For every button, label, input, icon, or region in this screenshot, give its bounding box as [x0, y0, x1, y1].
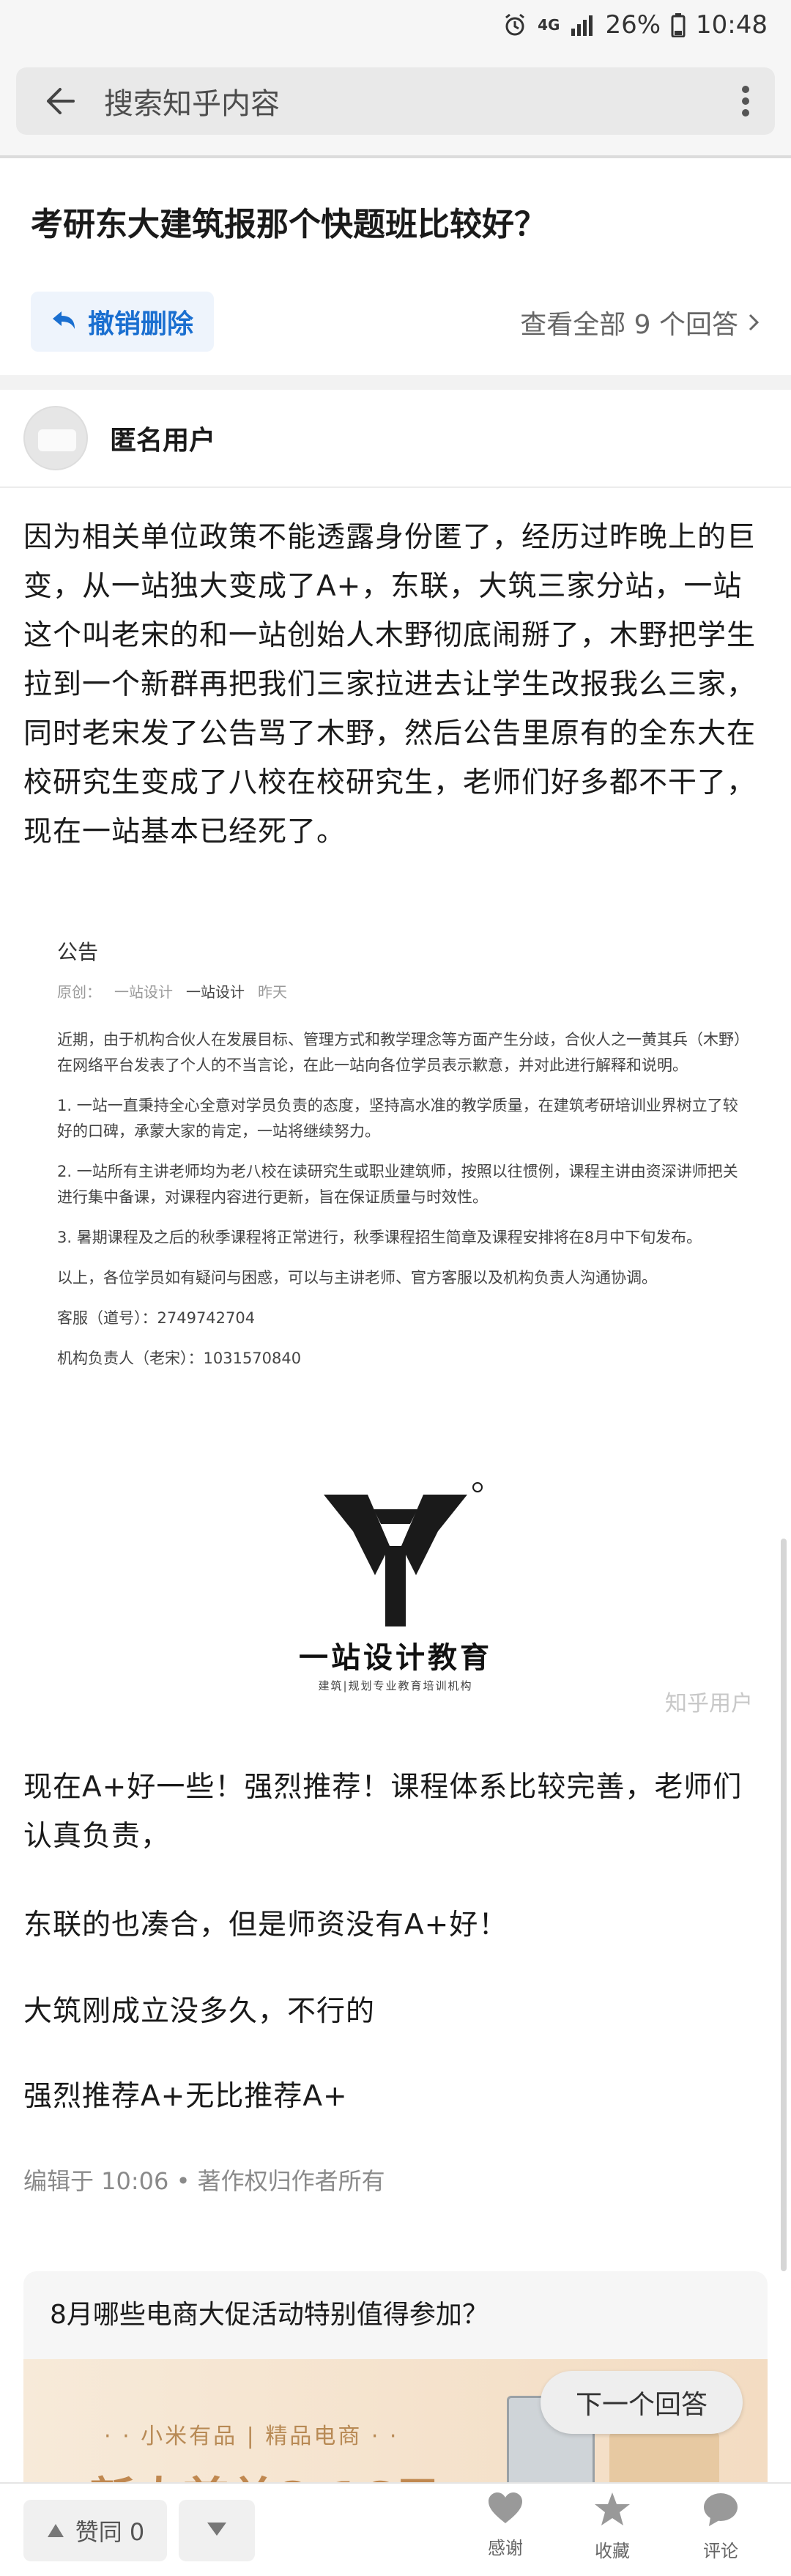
notice-body-closing: 以上，各位学员如有疑问与困惑，可以与主讲老师、官方客服以及机构负责人沟通协调。 — [57, 1269, 657, 1287]
notice-meta-date: 昨天 — [258, 983, 287, 1001]
battery-icon — [671, 12, 686, 37]
notice-meta: 原创： 一站设计 一站设计 昨天 — [57, 980, 287, 1002]
network-type: 4G — [538, 16, 560, 34]
question-title[interactable]: 考研东大建筑报那个快题班比较好？ — [31, 198, 546, 245]
comment-bubble-icon — [702, 2491, 740, 2532]
notice-meta-account: 一站设计 — [186, 983, 245, 1001]
edit-info: 编辑于 10:06 • 著作权归作者所有 — [23, 2167, 385, 2195]
bottom-action-bar: 赞同 0 感谢 收藏 评论 — [0, 2482, 791, 2576]
section-separator — [0, 375, 791, 390]
alarm-icon — [502, 12, 527, 37]
notice-service-contact: 客服（道号）：2749742704 — [57, 1309, 256, 1327]
notice-body-intro: 近期，由于机构合伙人在发展目标、管理方式和教学理念等方面产生分歧，合伙人之一黄其… — [57, 1031, 742, 1074]
logo-subtitle: 建筑|规划专业教育培训机构 — [318, 1679, 473, 1692]
scrollbar[interactable] — [781, 1539, 787, 2271]
signal-icon — [570, 14, 595, 36]
author-name[interactable]: 匿名用户 — [110, 419, 215, 457]
brand-logo: 一站设计教育 建筑|规划专业教育培训机构 — [177, 1465, 614, 1707]
triangle-down-icon — [206, 2521, 228, 2540]
view-all-label: 查看全部 9 个回答 — [520, 310, 738, 340]
author-row[interactable]: 匿名用户 — [23, 406, 215, 470]
answer-paragraph-5: 强烈推荐A+无比推荐A+ — [23, 2080, 348, 2113]
undo-delete-label: 撤销删除 — [88, 309, 194, 339]
notice-meta-original: 原创： — [57, 983, 101, 1001]
notice-body: 近期，由于机构合伙人在发展目标、管理方式和教学理念等方面产生分歧，合伙人之一黄其… — [57, 1027, 746, 1386]
search-header: 搜索知乎内容 — [0, 50, 791, 157]
ad-brand-line: · · 小米有品 | 精品电商 · · — [104, 2424, 399, 2449]
comment-label: 评论 — [703, 2541, 738, 2561]
thanks-button[interactable]: 感谢 — [461, 2491, 549, 2570]
favorite-label: 收藏 — [595, 2541, 630, 2561]
comment-button[interactable]: 评论 — [677, 2491, 765, 2570]
notice-title: 公告 — [57, 940, 99, 964]
star-icon — [593, 2491, 631, 2532]
answer-paragraph-1: 因为相关单位政策不能透露身份匿了，经历过昨晚上的巨变，从一站独大变成了A+，东联… — [23, 521, 757, 848]
notice-body-item-2: 2. 一站所有主讲老师均为老八校在读研究生或职业建筑师，按照以往惯例，课程主讲由… — [57, 1163, 738, 1206]
chevron-right-icon — [749, 308, 760, 338]
search-input[interactable]: 搜索知乎内容 — [104, 80, 716, 122]
favorite-button[interactable]: 收藏 — [568, 2491, 656, 2570]
heart-icon — [487, 2491, 524, 2529]
search-box[interactable]: 搜索知乎内容 — [16, 67, 775, 135]
battery-percent: 26% — [605, 10, 661, 40]
status-bar: 4G 26% 10:48 — [0, 0, 791, 50]
clock-time: 10:48 — [696, 10, 768, 40]
vote-up-button[interactable]: 赞同 0 — [23, 2500, 167, 2561]
answer-paragraph-3: 东联的也凑合，但是师资没有A+好！ — [23, 1909, 508, 1942]
logo-name: 一站设计教育 — [299, 1641, 492, 1675]
notice-image[interactable]: 公告 原创： 一站设计 一站设计 昨天 近期，由于机构合伙人在发展目标、管理方式… — [23, 923, 768, 1736]
back-arrow-icon[interactable] — [16, 67, 104, 135]
thanks-label: 感谢 — [488, 2538, 523, 2558]
answer-paragraph-4: 大筑刚成立没多久，不行的 — [23, 1995, 376, 2028]
header-divider — [0, 155, 791, 158]
notice-meta-author: 一站设计 — [114, 983, 173, 1001]
avatar[interactable] — [23, 406, 88, 470]
notice-body-item-1: 1. 一站一直秉持全心全意对学员负责的态度，坚持高水准的教学质量，在建筑考研培训… — [57, 1097, 738, 1140]
notice-manager-contact: 机构负责人（老宋）：1031570840 — [57, 1350, 302, 1367]
undo-delete-button[interactable]: 撤销删除 — [31, 292, 215, 352]
view-all-answers-link[interactable]: 查看全部 9 个回答 — [520, 303, 760, 341]
undo-arrow-icon — [51, 307, 76, 337]
next-answer-button[interactable]: 下一个回答 — [541, 2371, 743, 2434]
brand-logo-mark — [324, 1482, 483, 1626]
image-watermark: 知乎用户 — [665, 1691, 753, 1717]
triangle-up-icon — [46, 2517, 65, 2544]
recommendation-title[interactable]: 8月哪些电商大促活动特别值得参加？ — [50, 2293, 489, 2331]
more-vertical-icon[interactable] — [716, 67, 775, 135]
vote-up-label: 赞同 0 — [75, 2518, 145, 2546]
notice-body-item-3: 3. 暑期课程及之后的秋季课程将正常进行，秋季课程招生简章及课程安排将在8月中下… — [57, 1229, 702, 1246]
answer-paragraph-2: 现在A+好一些！强烈推荐！课程体系比较完善，老师们认真负责， — [23, 1771, 743, 1853]
vote-down-button[interactable] — [179, 2500, 255, 2561]
author-divider — [0, 486, 791, 488]
